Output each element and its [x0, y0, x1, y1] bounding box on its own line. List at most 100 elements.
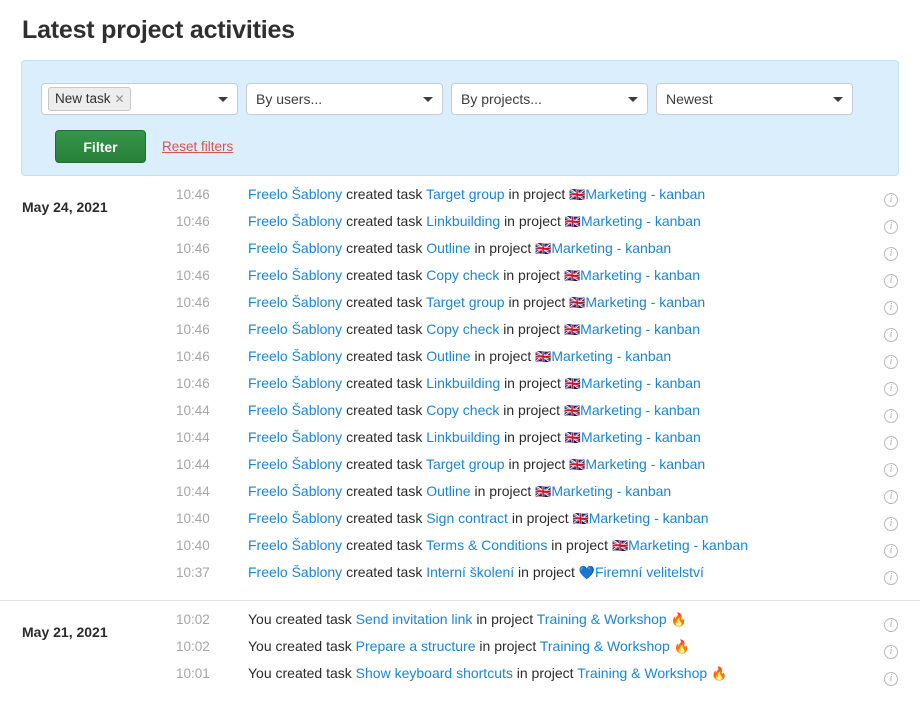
project-link[interactable]: Firemní velitelství: [595, 564, 704, 580]
actor-link[interactable]: Freelo Šablony: [248, 240, 342, 256]
info-icon[interactable]: i: [884, 543, 898, 558]
info-icon[interactable]: i: [884, 489, 898, 504]
activity-time: 10:40: [176, 511, 210, 526]
activity-time: 10:44: [176, 403, 210, 418]
filter-button[interactable]: Filter: [55, 130, 146, 163]
task-link[interactable]: Target group: [426, 186, 505, 202]
activity-row: 10:02 You created task Send invitation li…: [0, 611, 920, 638]
actor-link[interactable]: Freelo Šablony: [248, 321, 342, 337]
info-icon[interactable]: i: [884, 570, 898, 585]
actor-link[interactable]: Freelo Šablony: [248, 213, 342, 229]
project-link[interactable]: Marketing - kanban: [585, 456, 705, 472]
project-link[interactable]: Marketing - kanban: [585, 186, 705, 202]
activities-page: Latest project activities New task ✕ By …: [0, 0, 920, 708]
info-icon[interactable]: i: [884, 354, 898, 369]
task-link[interactable]: Outline: [426, 348, 470, 364]
info-icon[interactable]: i: [884, 219, 898, 234]
task-link[interactable]: Linkbuilding: [426, 213, 500, 229]
project-link[interactable]: Training & Workshop: [540, 638, 670, 654]
users-select[interactable]: By users...: [246, 83, 443, 115]
activity-group-date: May 24, 2021: [22, 199, 108, 215]
project-link[interactable]: Marketing - kanban: [581, 429, 701, 445]
projects-select[interactable]: By projects...: [451, 83, 648, 115]
task-link[interactable]: Terms & Conditions: [426, 537, 547, 553]
project-link[interactable]: Marketing - kanban: [581, 213, 701, 229]
project-link[interactable]: Marketing - kanban: [580, 402, 700, 418]
project-link[interactable]: Marketing - kanban: [585, 294, 705, 310]
task-link[interactable]: Outline: [426, 483, 470, 499]
activity-row: 10:44 Freelo Šablony created task Target …: [0, 456, 920, 483]
sort-select[interactable]: Newest: [656, 83, 853, 115]
page-title: Latest project activities: [22, 16, 295, 44]
actor-link[interactable]: Freelo Šablony: [248, 537, 342, 553]
task-link[interactable]: Linkbuilding: [426, 429, 500, 445]
actor-link[interactable]: Freelo Šablony: [248, 267, 342, 283]
project-emoji-icon: 💙: [578, 565, 595, 580]
activity-connector: in project: [508, 294, 566, 310]
project-emoji-icon: 🇬🇧: [535, 241, 552, 256]
project-link[interactable]: Marketing - kanban: [551, 483, 671, 499]
info-icon[interactable]: i: [884, 327, 898, 342]
project-link[interactable]: Marketing - kanban: [580, 267, 700, 283]
task-link[interactable]: Copy check: [426, 402, 499, 418]
project-link[interactable]: Marketing - kanban: [551, 240, 671, 256]
info-icon[interactable]: i: [884, 617, 898, 632]
activity-connector: in project: [551, 537, 609, 553]
task-link[interactable]: Interní školení: [426, 564, 514, 580]
activity-verb: created task: [346, 294, 423, 310]
actor-link[interactable]: Freelo Šablony: [248, 456, 342, 472]
activity-description: Freelo Šablony created task Outline in p…: [248, 348, 884, 365]
selected-tag-new-task: New task ✕: [48, 86, 131, 112]
info-icon[interactable]: i: [884, 671, 898, 686]
activity-row: 10:46 Freelo Šablony created task Linkbui…: [0, 213, 920, 240]
activity-connector: in project: [503, 402, 561, 418]
activity-time: 10:46: [176, 322, 210, 337]
activity-description: Freelo Šablony created task Terms & Cond…: [248, 537, 884, 554]
project-link[interactable]: Marketing - kanban: [551, 348, 671, 364]
activity-description: You created task Send invitation link in…: [248, 611, 884, 628]
actor-link[interactable]: Freelo Šablony: [248, 186, 342, 202]
activity-row: 10:40 Freelo Šablony created task Sign co…: [0, 510, 920, 537]
reset-filters-link[interactable]: Reset filters: [162, 139, 233, 154]
project-link[interactable]: Training & Workshop: [537, 611, 667, 627]
task-link[interactable]: Sign contract: [426, 510, 508, 526]
actor-link[interactable]: Freelo Šablony: [248, 348, 342, 364]
info-icon[interactable]: i: [884, 381, 898, 396]
remove-tag-icon[interactable]: ✕: [115, 93, 125, 105]
task-link[interactable]: Send invitation link: [356, 611, 473, 627]
task-link[interactable]: Linkbuilding: [426, 375, 500, 391]
info-icon[interactable]: i: [884, 300, 898, 315]
task-link[interactable]: Target group: [426, 294, 505, 310]
info-icon[interactable]: i: [884, 644, 898, 659]
actor-link[interactable]: Freelo Šablony: [248, 483, 342, 499]
project-link[interactable]: Marketing - kanban: [589, 510, 709, 526]
activity-verb: created task: [346, 429, 423, 445]
info-icon[interactable]: i: [884, 435, 898, 450]
info-icon[interactable]: i: [884, 246, 898, 261]
task-link[interactable]: Show keyboard shortcuts: [356, 665, 513, 681]
info-icon[interactable]: i: [884, 516, 898, 531]
actor-link[interactable]: Freelo Šablony: [248, 375, 342, 391]
project-link[interactable]: Marketing - kanban: [580, 321, 700, 337]
info-icon[interactable]: i: [884, 408, 898, 423]
actor-link[interactable]: Freelo Šablony: [248, 564, 342, 580]
info-icon[interactable]: i: [884, 462, 898, 477]
activity-row: 10:46 Freelo Šablony created task Outline…: [0, 348, 920, 375]
task-link[interactable]: Copy check: [426, 267, 499, 283]
actor-link[interactable]: Freelo Šablony: [248, 510, 342, 526]
activity-type-select[interactable]: New task ✕: [41, 83, 238, 115]
actor-link[interactable]: Freelo Šablony: [248, 294, 342, 310]
info-icon[interactable]: i: [884, 192, 898, 207]
project-link[interactable]: Marketing - kanban: [581, 375, 701, 391]
task-link[interactable]: Target group: [426, 456, 505, 472]
activity-description: Freelo Šablony created task Target group…: [248, 456, 884, 473]
info-icon[interactable]: i: [884, 273, 898, 288]
project-link[interactable]: Marketing - kanban: [628, 537, 748, 553]
actor-link[interactable]: Freelo Šablony: [248, 402, 342, 418]
project-emoji-icon: 🔥: [673, 639, 690, 654]
task-link[interactable]: Copy check: [426, 321, 499, 337]
project-link[interactable]: Training & Workshop: [577, 665, 707, 681]
task-link[interactable]: Prepare a structure: [356, 638, 476, 654]
task-link[interactable]: Outline: [426, 240, 470, 256]
actor-link[interactable]: Freelo Šablony: [248, 429, 342, 445]
